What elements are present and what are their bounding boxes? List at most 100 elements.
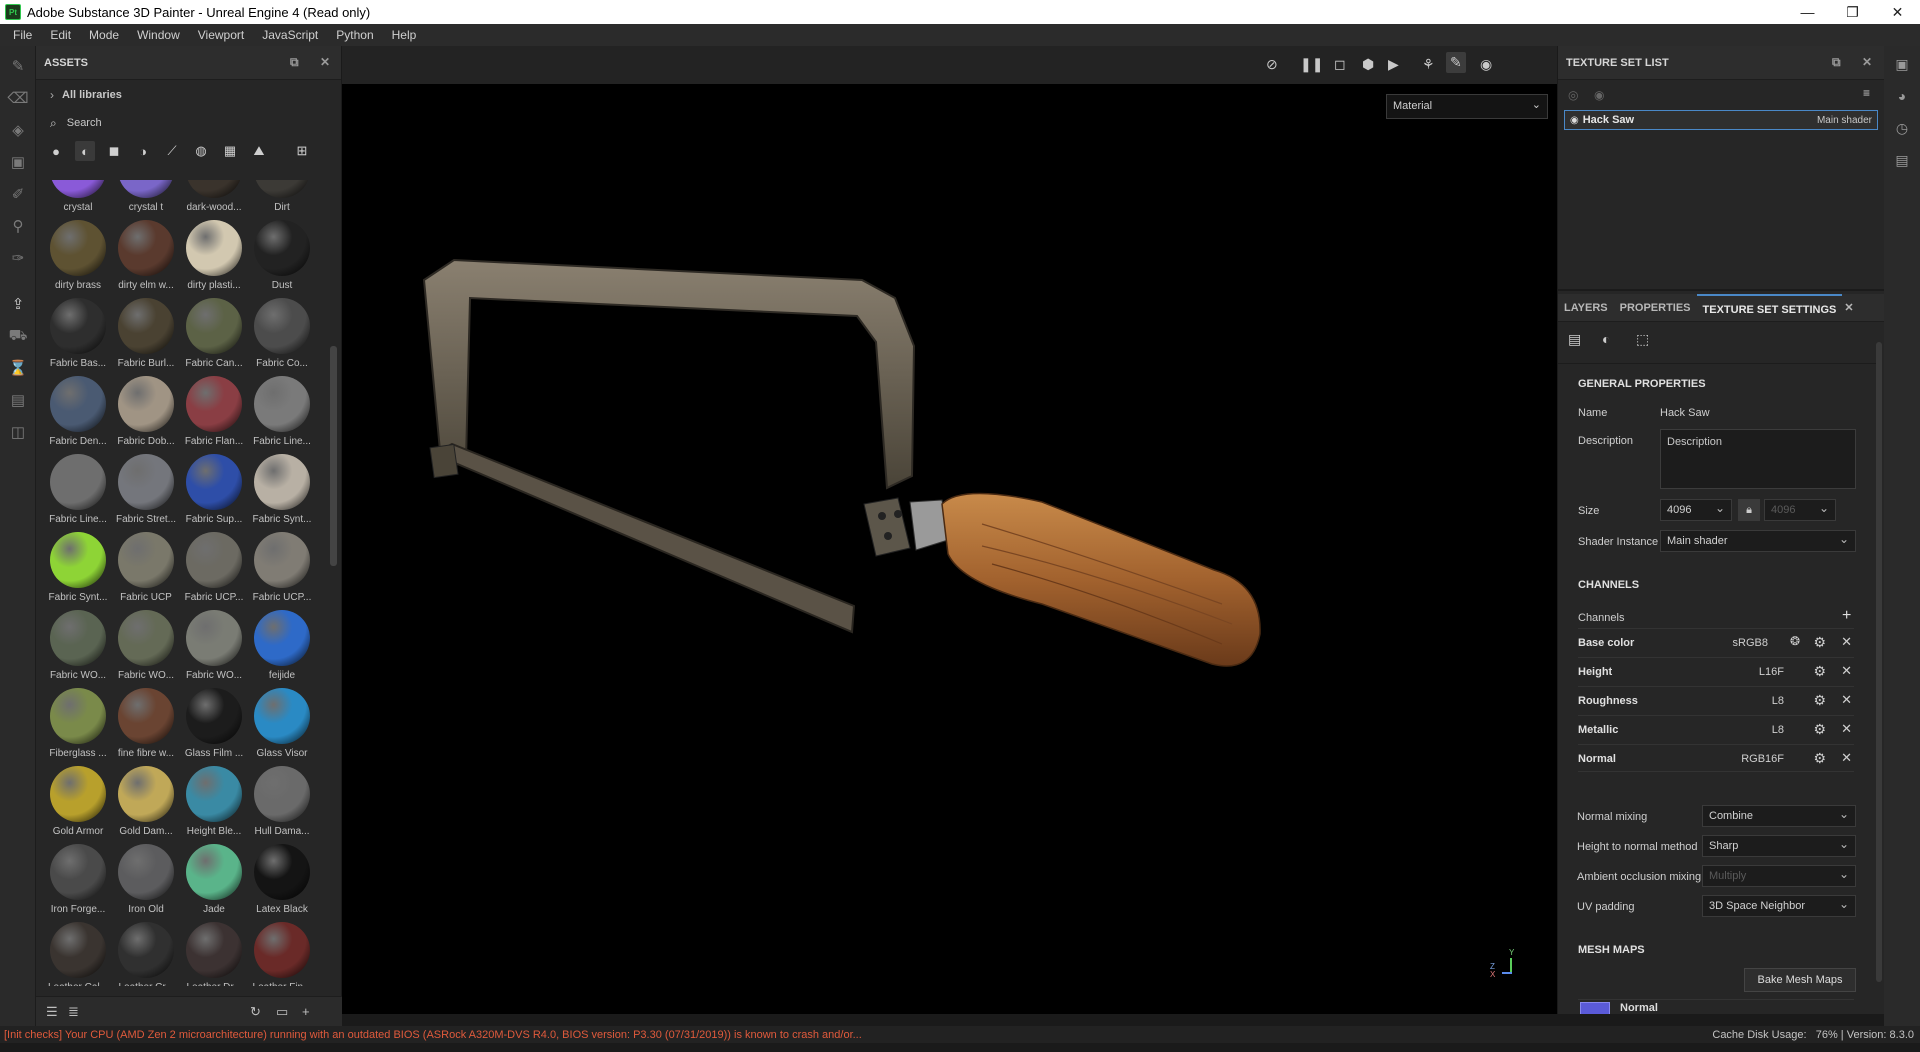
menu-viewport[interactable]: Viewport (189, 28, 253, 42)
brushes-filter-icon[interactable]: ⟋ (162, 141, 182, 161)
gear-icon[interactable]: ⚙ (1813, 750, 1826, 767)
menu-python[interactable]: Python (327, 28, 382, 42)
restore-icon[interactable]: ❐ (1830, 0, 1875, 24)
shader-settings-icon[interactable]: ◕ (1884, 80, 1920, 112)
asset-thumbnail[interactable]: dirty plasti... (180, 220, 248, 298)
tab-layers[interactable]: LAYERS (1558, 294, 1614, 322)
remove-channel-icon[interactable]: ✕ (1841, 663, 1852, 679)
clone-stamp-icon[interactable]: ⚲ (0, 210, 36, 242)
sort-icon[interactable]: ≣ (68, 1004, 79, 1020)
masks-filter-icon[interactable]: ◼ (104, 141, 124, 161)
channel-row[interactable]: Base color sRGB8 ❂ ⚙ ✕ (1578, 628, 1854, 656)
uv-tiles-icon[interactable]: ▤ (1568, 331, 1581, 348)
gear-icon[interactable]: ⚙ (1813, 634, 1826, 651)
asset-thumbnail[interactable]: Dirt (248, 180, 316, 220)
add-icon[interactable]: + (302, 1004, 310, 1019)
lock-icon[interactable]: 🔒︎ (1738, 499, 1760, 521)
3d-viewport[interactable]: Y Z X (342, 46, 1557, 1014)
asset-thumbnail[interactable]: Fabric Bas... (44, 298, 112, 376)
smudge-icon[interactable]: ✐ (0, 178, 36, 210)
asset-thumbnail[interactable]: Fabric UCP... (248, 532, 316, 610)
paint-mode-icon[interactable]: ✎ (1446, 52, 1466, 73)
close-icon[interactable]: ✕ (1875, 0, 1920, 24)
menu-edit[interactable]: Edit (41, 28, 80, 42)
hide-icon[interactable]: ◎ (1568, 88, 1578, 102)
search-input[interactable]: ⌕ Search (36, 110, 341, 136)
assets-scrollbar[interactable] (330, 346, 337, 566)
hide-ui-icon[interactable]: ⊘ (1266, 56, 1278, 73)
asset-thumbnail[interactable]: Fabric UCP... (180, 532, 248, 610)
channel-row[interactable]: Roughness L8 ⚙ ✕ (1578, 686, 1854, 714)
screenshot-icon[interactable]: ◉ (1480, 56, 1492, 73)
asset-thumbnail[interactable]: dirty brass (44, 220, 112, 298)
normal-mixing-dropdown[interactable]: Combine (1702, 805, 1856, 827)
asset-thumbnail[interactable]: Glass Visor (248, 688, 316, 766)
visibility-icon[interactable]: ◉ (1570, 115, 1579, 126)
close-panel-icon[interactable]: ✕ (320, 55, 330, 69)
asset-thumbnail[interactable]: Fabric WO... (180, 610, 248, 688)
asset-thumbnail[interactable]: Dust (248, 220, 316, 298)
geometry-mask-icon[interactable]: ▣ (0, 146, 36, 178)
undock-icon[interactable]: ⧉ (290, 55, 299, 70)
menu-javascript[interactable]: JavaScript (253, 28, 327, 42)
iray-icon[interactable]: ⛟ (0, 320, 36, 352)
uv-layout-icon[interactable]: ⬚ (1636, 331, 1649, 348)
textures-filter-icon[interactable]: ▦ (220, 141, 240, 161)
asset-thumbnail[interactable]: Gold Armor (44, 766, 112, 844)
export-icon[interactable]: ▤ (0, 384, 36, 416)
log-icon[interactable]: ▤ (1884, 144, 1920, 176)
remove-channel-icon[interactable]: ✕ (1841, 721, 1852, 737)
texture-set-item[interactable]: ◉ Hack Saw Main shader (1564, 110, 1878, 130)
asset-thumbnail[interactable]: crystal t (112, 180, 180, 220)
asset-thumbnail[interactable]: Fabric Synt... (44, 532, 112, 610)
menu-window[interactable]: Window (128, 28, 189, 42)
material-ball-icon[interactable]: ◐ (1602, 331, 1610, 347)
menu-help[interactable]: Help (383, 28, 426, 42)
smart-materials-filter-icon[interactable]: ◐ (75, 141, 95, 161)
asset-thumbnail[interactable]: Hull Dama... (248, 766, 316, 844)
3d-view-icon[interactable]: ⬢ (1362, 56, 1374, 73)
asset-thumbnail[interactable]: fine fibre w... (112, 688, 180, 766)
asset-thumbnail[interactable]: Fabric Stret... (112, 454, 180, 532)
init-check-warning[interactable]: [Init checks] Your CPU (AMD Zen 2 microa… (0, 1029, 862, 1041)
particles-filter-icon[interactable]: ◍ (191, 141, 211, 161)
history-icon[interactable]: ◷ (1884, 112, 1920, 144)
library-breadcrumb[interactable]: › All libraries (36, 80, 341, 110)
gear-icon[interactable]: ⚙ (1813, 692, 1826, 709)
color-profile-icon[interactable]: ❂ (1790, 634, 1800, 648)
description-field[interactable]: Description (1660, 429, 1856, 489)
asset-thumbnail[interactable]: dirty elm w... (112, 220, 180, 298)
asset-thumbnail[interactable]: Latex Black (248, 844, 316, 922)
sample-icon[interactable]: ⌛ (0, 352, 36, 384)
remove-channel-icon[interactable]: ✕ (1841, 750, 1852, 766)
menu-mode[interactable]: Mode (80, 28, 128, 42)
undock-icon[interactable]: ⧉ (1832, 55, 1841, 70)
display-settings-icon[interactable]: ▣ (1884, 48, 1920, 80)
name-value[interactable]: Hack Saw (1660, 407, 1710, 419)
asset-thumbnail[interactable]: dark-wood... (180, 180, 248, 220)
layers-stack-icon[interactable]: ◫ (0, 416, 36, 448)
settings-scrollbar[interactable] (1876, 342, 1882, 982)
symmetry-icon[interactable]: ⚘ (1422, 56, 1435, 73)
channel-row[interactable]: Metallic L8 ⚙ ✕ (1578, 715, 1854, 743)
asset-thumbnail[interactable]: Fabric WO... (112, 610, 180, 688)
close-tab-icon[interactable]: ✕ (1842, 294, 1855, 322)
grid-view-icon[interactable]: ⊞ (292, 141, 312, 161)
paint-brush-icon[interactable]: ✎ (0, 50, 36, 82)
2d-view-icon[interactable]: ◻ (1334, 56, 1346, 73)
settings-menu-icon[interactable]: ≡ (1863, 86, 1870, 100)
gear-icon[interactable]: ⚙ (1813, 663, 1826, 680)
bake-mesh-maps-button[interactable]: Bake Mesh Maps (1744, 968, 1856, 992)
color-picker-icon[interactable]: ✑ (0, 242, 36, 274)
asset-thumbnail[interactable]: Height Ble... (180, 766, 248, 844)
asset-thumbnail[interactable]: Fabric WO... (44, 610, 112, 688)
remove-channel-icon[interactable]: ✕ (1841, 692, 1852, 708)
asset-thumbnail[interactable]: Leather Fin... (248, 922, 316, 986)
asset-thumbnail[interactable]: crystal (44, 180, 112, 220)
camera-icon[interactable]: ▶ (1388, 56, 1399, 73)
asset-thumbnail[interactable]: Glass Film ... (180, 688, 248, 766)
asset-thumbnail[interactable]: Gold Dam... (112, 766, 180, 844)
asset-thumbnail[interactable]: Iron Forge... (44, 844, 112, 922)
asset-thumbnail[interactable]: Fiberglass ... (44, 688, 112, 766)
channel-row[interactable]: Normal RGB16F ⚙ ✕ (1578, 744, 1854, 772)
